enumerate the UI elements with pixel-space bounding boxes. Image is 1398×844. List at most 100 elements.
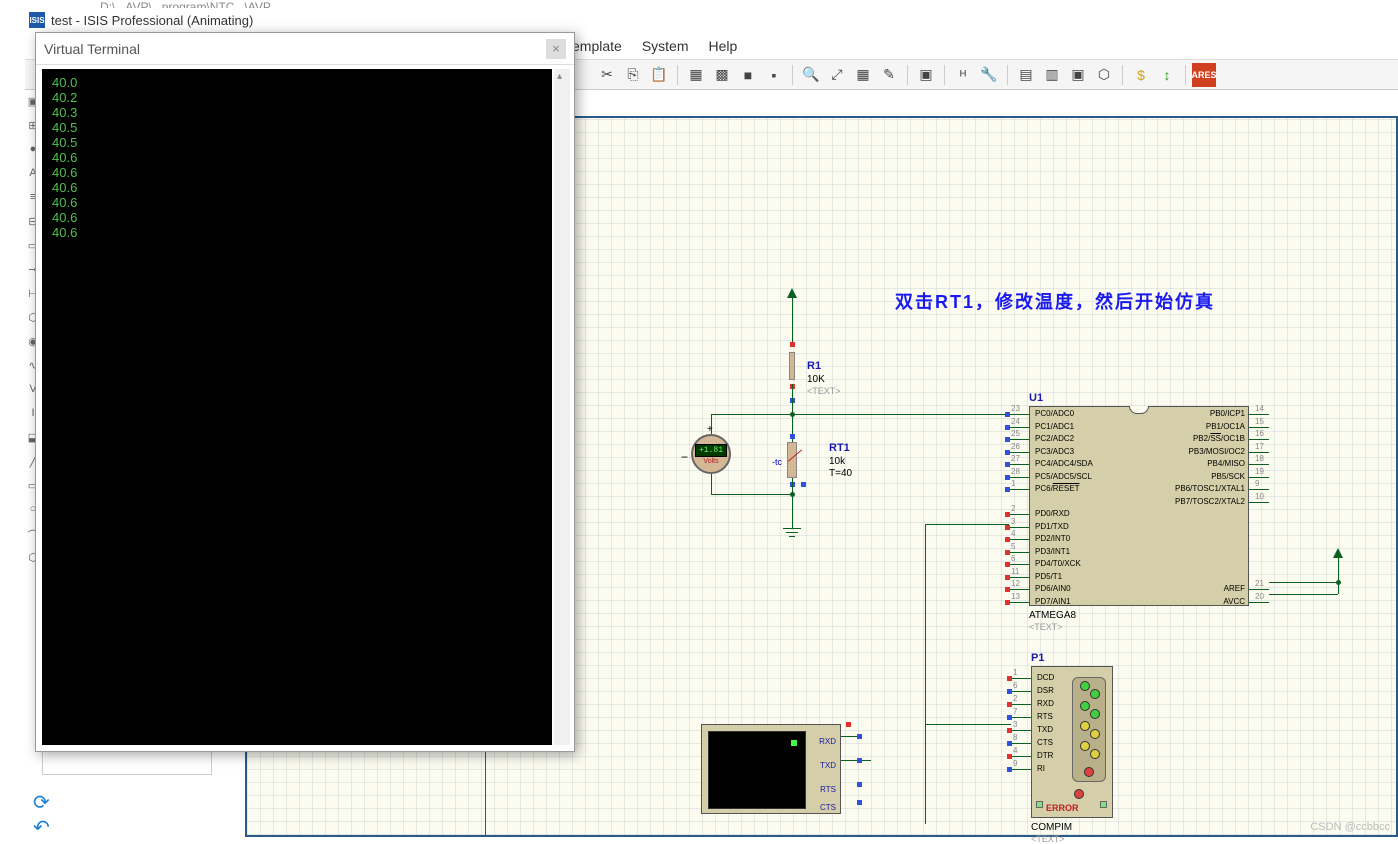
- terminal-output: 40.040.240.340.540.540.640.640.640.640.6…: [42, 69, 552, 745]
- pin-indicator: [857, 800, 862, 805]
- wire: [792, 298, 793, 344]
- r1-value: 10K: [807, 374, 825, 385]
- net-icon[interactable]: ⬡: [1092, 63, 1116, 87]
- block2-icon[interactable]: ▩: [710, 63, 734, 87]
- pin-label: PC5/ADC5/SCL: [1035, 472, 1092, 481]
- menu-system[interactable]: System: [642, 38, 689, 54]
- pin-wire: [1009, 439, 1029, 440]
- pin-label: CTS: [1037, 738, 1053, 747]
- pin-indicator: [857, 782, 862, 787]
- pin-number: 23: [1011, 404, 1020, 413]
- window-title: test - ISIS Professional (Animating): [51, 13, 253, 28]
- menu-help[interactable]: Help: [709, 38, 738, 54]
- pin-wire: [1011, 678, 1031, 679]
- instruction-text: 双击RT1，修改温度，然后开始仿真: [895, 288, 1215, 314]
- pin-label: PB6/TOSC1/XTAL1: [1175, 484, 1245, 493]
- cut-icon[interactable]: ✂: [595, 63, 619, 87]
- pin-label: AREF: [1224, 584, 1245, 593]
- pin-number: 2: [1011, 504, 1015, 513]
- close-icon[interactable]: ×: [546, 39, 566, 59]
- pin-number: 3: [1011, 517, 1015, 526]
- pin-label: RXD: [1037, 699, 1054, 708]
- pin-number: 9: [1255, 479, 1259, 488]
- pin-wire: [1249, 589, 1269, 590]
- chip-icon[interactable]: ▣: [1066, 63, 1090, 87]
- report2-icon[interactable]: ▥: [1040, 63, 1064, 87]
- pin-indicator: [790, 434, 795, 439]
- pin-indicator: [1007, 676, 1012, 681]
- pin-indicator: [1007, 741, 1012, 746]
- refresh-icon[interactable]: ⟳: [33, 790, 50, 815]
- block4-icon[interactable]: ▪: [762, 63, 786, 87]
- pin-number: 21: [1255, 579, 1264, 588]
- block3-icon[interactable]: ■: [736, 63, 760, 87]
- pin-label: PC2/ADC2: [1035, 434, 1074, 443]
- block-icon[interactable]: ▦: [684, 63, 708, 87]
- pin-wire: [1009, 514, 1029, 515]
- terminal-line: 40.6: [52, 180, 542, 195]
- terminal-title-bar[interactable]: Virtual Terminal ×: [36, 33, 574, 65]
- pin-indicator: [1005, 512, 1010, 517]
- pin-indicator: [1005, 475, 1010, 480]
- zoom-icon[interactable]: 🔍: [799, 63, 823, 87]
- paste-icon[interactable]: 📋: [647, 63, 671, 87]
- grid-icon[interactable]: ▦: [851, 63, 875, 87]
- pin-number: 1: [1011, 479, 1015, 488]
- serial-terminal[interactable]: RXD TXD RTS CTS: [701, 724, 841, 814]
- resistor-r1[interactable]: [789, 352, 795, 380]
- pin-number: 6: [1013, 681, 1017, 690]
- tool-icon[interactable]: 🔧: [977, 63, 1001, 87]
- pin-wire: [1249, 414, 1269, 415]
- pin-label: PB4/MISO: [1207, 459, 1245, 468]
- arrow-icon[interactable]: ↕: [1155, 63, 1179, 87]
- pin-wire: [1249, 439, 1269, 440]
- pin-number: 13: [1011, 592, 1020, 601]
- vcc-arrow-icon: [787, 288, 797, 298]
- pin-indicator: [1007, 689, 1012, 694]
- pin-wire: [1011, 717, 1031, 718]
- pin-label: PB5/SCK: [1211, 472, 1245, 481]
- pin-number: 24: [1011, 417, 1020, 426]
- wand-icon[interactable]: ✎: [877, 63, 901, 87]
- wire: [711, 414, 1021, 415]
- pin-indicator: [790, 342, 795, 347]
- pin-wire: [1011, 756, 1031, 757]
- voltmeter-reading: +1.81: [695, 444, 727, 457]
- pin-number: 2: [1013, 694, 1017, 703]
- pin-indicator: [1005, 487, 1010, 492]
- terminal-line: 40.6: [52, 195, 542, 210]
- serial-pin-cts: CTS: [820, 803, 836, 812]
- pin-indicator: [1005, 562, 1010, 567]
- pin-label: RI: [1037, 764, 1045, 773]
- title-bar: ISIS test - ISIS Professional (Animating…: [25, 8, 1398, 32]
- thermistor-rt1[interactable]: -tc: [787, 442, 797, 478]
- ares-button[interactable]: ARES: [1192, 63, 1216, 87]
- pin-label: PD1/TXD: [1035, 522, 1069, 531]
- pin-indicator: [1007, 767, 1012, 772]
- pin-wire: [1009, 539, 1029, 540]
- virtual-terminal-window[interactable]: Virtual Terminal × 40.040.240.340.540.54…: [35, 32, 575, 752]
- vcc-arrow-icon: [1333, 548, 1343, 558]
- rt1-name: RT1: [829, 442, 850, 454]
- layers-icon[interactable]: ▣: [914, 63, 938, 87]
- scroll-up-icon[interactable]: ▴: [557, 71, 562, 82]
- wire: [792, 478, 793, 528]
- terminal-scrollbar[interactable]: ▴: [554, 69, 570, 745]
- terminal-line: 40.5: [52, 135, 542, 150]
- pin-wire: [1249, 602, 1269, 603]
- voltmeter[interactable]: + +1.81 Volts −: [691, 434, 731, 474]
- pin-label: PB0/ICP1: [1210, 409, 1245, 418]
- p1-part: COMPIM: [1031, 822, 1072, 833]
- money-icon[interactable]: $: [1129, 63, 1153, 87]
- pin-number: 4: [1011, 529, 1015, 538]
- zoom-fit-icon[interactable]: ⤢: [825, 63, 849, 87]
- search-icon[interactable]: ᴴ: [951, 63, 975, 87]
- led-icon: [1090, 749, 1100, 759]
- undo-icon[interactable]: ↶: [33, 815, 50, 840]
- pin-indicator: [1005, 525, 1010, 530]
- report-icon[interactable]: ▤: [1014, 63, 1038, 87]
- wire-node: [1336, 580, 1341, 585]
- pin-label: PD4/T0/XCK: [1035, 559, 1081, 568]
- copy-icon[interactable]: ⎘: [621, 63, 645, 87]
- led-icon: [1090, 689, 1100, 699]
